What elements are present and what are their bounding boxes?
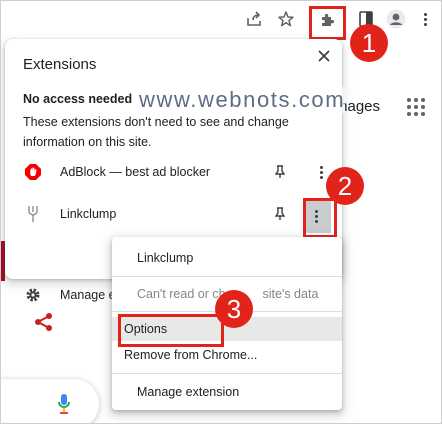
more-highlight-box — [303, 198, 337, 238]
watermark: www.webnots.com — [139, 87, 346, 113]
section-title: No access needed — [23, 92, 133, 106]
profile-avatar-icon[interactable] — [386, 9, 406, 29]
puzzle-highlight-box — [309, 6, 346, 40]
extension-name: AdBlock — best ad blocker — [60, 165, 211, 179]
remove-from-chrome-item[interactable]: Remove from Chrome... — [124, 348, 257, 362]
linkclump-icon — [23, 204, 43, 224]
popup-title: Extensions — [23, 56, 97, 73]
menu-divider — [112, 373, 342, 374]
manage-extensions-link[interactable]: Manage e — [60, 288, 116, 302]
section-description: These extensions don't need to see and c… — [23, 115, 289, 149]
extension-row-adblock[interactable]: AdBlock — best ad blocker — [5, 154, 342, 190]
share-icon[interactable] — [34, 312, 54, 337]
browser-menu-icon[interactable] — [415, 9, 435, 29]
step-badge-2: 2 — [326, 167, 364, 205]
search-box[interactable] — [1, 379, 99, 423]
extension-name: Linkclump — [60, 207, 117, 221]
step-badge-1: 1 — [350, 24, 388, 62]
pin-icon[interactable] — [271, 205, 289, 223]
adblock-icon — [23, 162, 43, 182]
close-icon[interactable] — [312, 44, 336, 68]
browser-frame: mages Extensions No access needed These … — [0, 0, 442, 424]
extension-row-linkclump[interactable]: Linkclump — [5, 196, 342, 232]
bookmark-star-icon[interactable] — [276, 9, 296, 29]
options-highlight-box — [118, 314, 224, 347]
google-apps-icon[interactable] — [407, 98, 425, 116]
share-icon[interactable] — [244, 9, 264, 29]
step-badge-3: 3 — [215, 290, 253, 328]
context-menu-header[interactable]: Linkclump — [137, 251, 193, 265]
gear-icon[interactable] — [25, 287, 41, 308]
menu-divider — [112, 276, 342, 277]
manage-extension-item[interactable]: Manage extension — [137, 385, 239, 399]
pin-icon[interactable] — [271, 163, 289, 181]
microphone-icon[interactable] — [57, 393, 71, 420]
